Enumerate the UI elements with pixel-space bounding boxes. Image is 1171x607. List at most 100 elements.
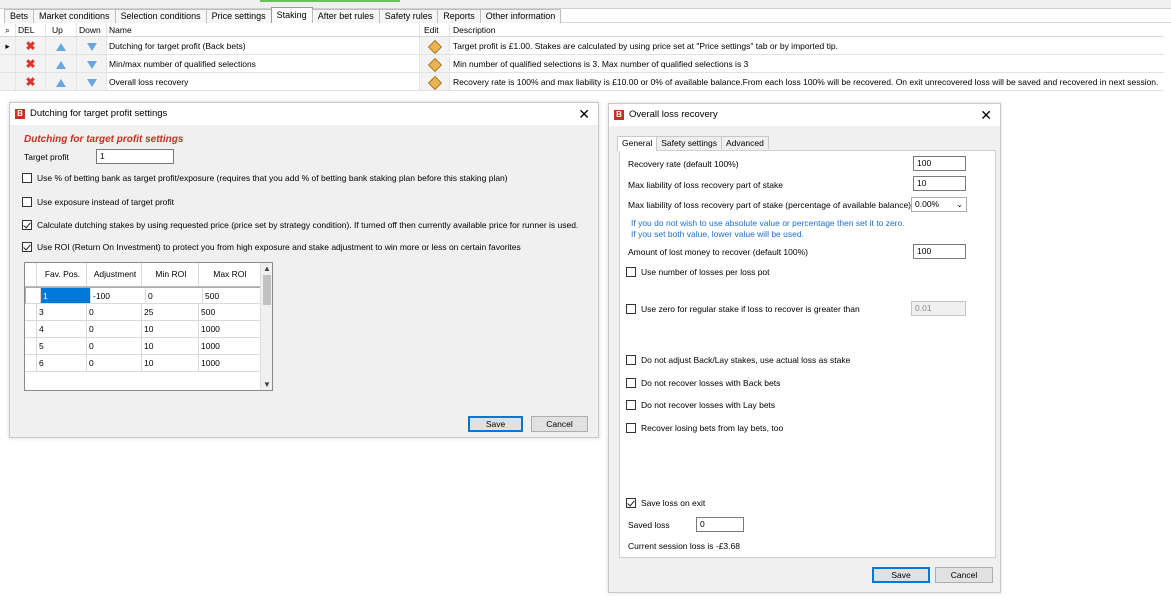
cell-adjustment[interactable]: 0: [87, 304, 142, 320]
checkbox-box[interactable]: [626, 378, 636, 388]
delete-button[interactable]: ✖: [16, 55, 46, 72]
pct-bank-checkbox[interactable]: Use % of betting bank as target profit/e…: [22, 173, 508, 183]
cell-adjustment[interactable]: 0: [87, 338, 142, 354]
checkbox-box[interactable]: [626, 498, 636, 508]
losses-per-pot-checkbox[interactable]: Use number of losses per loss pot: [626, 267, 770, 277]
cell-fav-pos[interactable]: 6: [37, 355, 87, 371]
requested-price-checkbox[interactable]: Calculate dutching stakes by using reque…: [22, 220, 578, 230]
tab-advanced[interactable]: Advanced: [721, 136, 769, 149]
tab-selection-conditions[interactable]: Selection conditions: [114, 9, 207, 23]
move-up-button[interactable]: [46, 37, 77, 54]
table-row[interactable]: 4 0 10 1000: [25, 321, 272, 338]
recover-lay-checkbox[interactable]: Recover losing bets from lay bets, too: [626, 423, 783, 433]
no-adjust-checkbox[interactable]: Do not adjust Back/Lay stakes, use actua…: [626, 355, 850, 365]
chevron-down-icon[interactable]: ▼: [263, 380, 271, 389]
saved-loss-input[interactable]: 0: [696, 517, 744, 532]
cell-fav-pos[interactable]: 1: [41, 288, 91, 303]
cell-fav-pos[interactable]: 5: [37, 338, 87, 354]
checkbox-box[interactable]: [22, 220, 32, 230]
target-profit-input[interactable]: 1: [96, 149, 174, 164]
delete-button[interactable]: ✖: [16, 73, 46, 90]
tab-general[interactable]: General: [617, 136, 658, 151]
cell-min-roi[interactable]: 10: [142, 355, 199, 371]
grid-row[interactable]: ✖ Min/max number of qualified selections…: [0, 55, 1164, 73]
table-scrollbar[interactable]: ▲ ▼: [260, 263, 272, 390]
cell-adjustment[interactable]: -100: [91, 288, 146, 303]
cell-min-roi[interactable]: 10: [142, 321, 199, 337]
close-icon[interactable]: ✕: [980, 104, 992, 126]
row-selector[interactable]: [29, 288, 41, 303]
move-down-button[interactable]: [77, 37, 107, 54]
row-selector[interactable]: [25, 321, 37, 337]
scrollbar-thumb[interactable]: [263, 275, 271, 305]
delete-button[interactable]: ✖: [16, 37, 46, 54]
chevron-down-icon[interactable]: ⌄: [956, 198, 963, 211]
grid-row[interactable]: ✖ Overall loss recovery Recovery rate is…: [0, 73, 1164, 91]
cell-min-roi[interactable]: 0: [146, 288, 203, 303]
tab-safety-settings[interactable]: Safety settings: [656, 136, 723, 149]
table-row[interactable]: 3 0 25 500: [25, 304, 272, 321]
cancel-button[interactable]: Cancel: [935, 567, 993, 583]
tab-price-settings[interactable]: Price settings: [205, 9, 272, 23]
save-loss-checkbox[interactable]: Save loss on exit: [626, 498, 705, 508]
row-selector[interactable]: [25, 304, 37, 320]
exposure-checkbox[interactable]: Use exposure instead of target profit: [22, 197, 174, 207]
save-button[interactable]: Save: [468, 416, 523, 432]
zero-stake-checkbox[interactable]: Use zero for regular stake if loss to re…: [626, 304, 860, 314]
grid-row[interactable]: ▸ ✖ Dutching for target profit (Back bet…: [0, 37, 1164, 55]
row-selector[interactable]: [25, 338, 37, 354]
edit-button[interactable]: [420, 73, 450, 90]
row-selector[interactable]: [25, 355, 37, 371]
cell-min-roi[interactable]: 10: [142, 338, 199, 354]
cell-adjustment[interactable]: 0: [87, 321, 142, 337]
move-up-button[interactable]: [46, 55, 77, 72]
close-icon[interactable]: ✕: [578, 103, 590, 125]
move-down-button[interactable]: [77, 73, 107, 90]
no-back-checkbox[interactable]: Do not recover losses with Back bets: [626, 378, 780, 388]
search-icon[interactable]: ⌕: [0, 24, 16, 36]
zero-stake-input[interactable]: 0.01: [911, 301, 966, 316]
cell-fav-pos[interactable]: 4: [37, 321, 87, 337]
cancel-button[interactable]: Cancel: [531, 416, 588, 432]
tab-other-information[interactable]: Other information: [479, 9, 562, 23]
checkbox-box[interactable]: [22, 173, 32, 183]
cell-fav-pos[interactable]: 3: [37, 304, 87, 320]
max-liability-pct-select[interactable]: 0.00% ⌄: [911, 197, 967, 212]
cell-adjustment[interactable]: 0: [87, 355, 142, 371]
save-button[interactable]: Save: [872, 567, 930, 583]
checkbox-box[interactable]: [626, 355, 636, 365]
checkbox-box[interactable]: [626, 267, 636, 277]
row-name: Dutching for target profit (Back bets): [107, 37, 420, 54]
cell-max-roi[interactable]: 1000: [199, 321, 259, 337]
edit-button[interactable]: [420, 55, 450, 72]
no-lay-checkbox[interactable]: Do not recover losses with Lay bets: [626, 400, 775, 410]
tab-bets[interactable]: Bets: [4, 9, 35, 23]
table-row[interactable]: 6 0 10 1000: [25, 355, 272, 372]
cell-max-roi[interactable]: 500: [203, 288, 263, 303]
edit-button[interactable]: [420, 37, 450, 54]
checkbox-box[interactable]: [626, 400, 636, 410]
cell-max-roi[interactable]: 500: [199, 304, 259, 320]
move-down-button[interactable]: [77, 55, 107, 72]
checkbox-box[interactable]: [626, 304, 636, 314]
roi-checkbox[interactable]: Use ROI (Return On Investment) to protec…: [22, 242, 521, 252]
checkbox-box[interactable]: [626, 423, 636, 433]
table-row[interactable]: 5 0 10 1000: [25, 338, 272, 355]
tab-staking[interactable]: Staking: [270, 7, 313, 23]
checkbox-box[interactable]: [22, 197, 32, 207]
max-liability-input[interactable]: 10: [913, 176, 966, 191]
chevron-up-icon[interactable]: ▲: [263, 264, 271, 273]
cell-min-roi[interactable]: 25: [142, 304, 199, 320]
move-up-button[interactable]: [46, 73, 77, 90]
checkbox-box[interactable]: [22, 242, 32, 252]
table-row[interactable]: 1 -100 0 500: [25, 287, 264, 304]
row-description: Recovery rate is 100% and max liability …: [453, 77, 1159, 87]
amount-to-recover-input[interactable]: 100: [913, 244, 966, 259]
recovery-rate-input[interactable]: 100: [913, 156, 966, 171]
tab-after-bet-rules[interactable]: After bet rules: [311, 9, 380, 23]
tab-reports[interactable]: Reports: [437, 9, 481, 23]
tab-market-conditions[interactable]: Market conditions: [33, 9, 116, 23]
cell-max-roi[interactable]: 1000: [199, 338, 259, 354]
cell-max-roi[interactable]: 1000: [199, 355, 259, 371]
tab-safety-rules[interactable]: Safety rules: [378, 9, 439, 23]
